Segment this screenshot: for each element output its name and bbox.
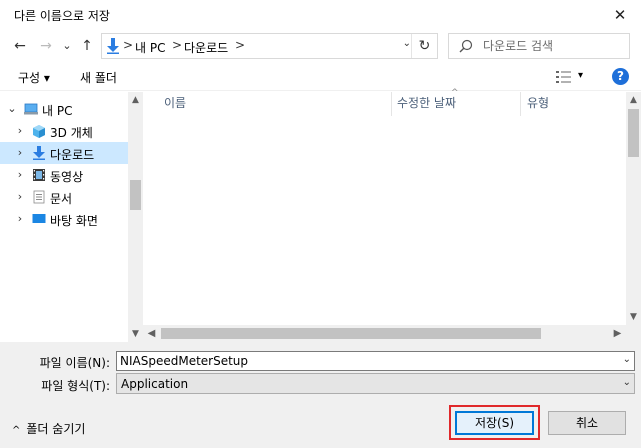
search-box[interactable] — [448, 33, 630, 59]
tree-item-label: 동영상 — [50, 170, 84, 184]
cube-icon — [33, 125, 45, 138]
download-icon — [33, 146, 45, 160]
view-options-icon[interactable] — [556, 70, 572, 84]
new-folder-button[interactable]: 새 폴더 — [80, 69, 117, 86]
caret-up-icon: ^ — [12, 425, 21, 436]
organize-button[interactable]: 구성 ▾ — [18, 69, 50, 86]
title-bar: 다른 이름으로 저장 ✕ — [0, 0, 641, 30]
hide-folders-label: 폴더 숨기기 — [26, 422, 86, 436]
scrollbar-corner — [626, 325, 641, 342]
scroll-right-icon[interactable]: ▶ — [609, 325, 626, 342]
scrollbar-thumb[interactable] — [161, 328, 541, 339]
filetype-dropdown-icon[interactable]: ⌄ — [623, 377, 631, 388]
filename-dropdown-icon[interactable]: ⌄ — [623, 354, 631, 365]
command-toolbar: 구성 ▾ 새 폴더 ▾ ? — [0, 64, 641, 90]
collapse-chevron-icon[interactable]: › — [14, 168, 26, 181]
column-header-name[interactable]: 이름 — [164, 92, 186, 116]
collapse-chevron-icon[interactable]: › — [14, 146, 26, 159]
save-form: 파일 이름(N): ⌄ 파일 형식(T): Application ⌄ ^ 폴더 … — [0, 342, 641, 448]
download-icon — [107, 38, 119, 54]
search-icon — [459, 39, 473, 53]
tree-item-label: 다운로드 — [50, 148, 95, 162]
filename-label: 파일 이름(N): — [39, 356, 110, 370]
search-input[interactable] — [483, 38, 623, 54]
scroll-left-icon[interactable]: ◀ — [143, 325, 160, 342]
scroll-up-icon[interactable]: ▲ — [128, 92, 143, 108]
expand-chevron-icon[interactable]: ⌄ — [6, 102, 18, 115]
file-list-pane[interactable]: 이름 ^ 수정한 날짜 유형 — [143, 88, 626, 325]
column-separator[interactable] — [520, 92, 521, 116]
scrollbar-thumb[interactable] — [130, 180, 141, 210]
breadcrumb-this-pc[interactable]: 내 PC — [135, 39, 165, 56]
tree-item-this-pc[interactable]: ⌄ 내 PC — [0, 98, 128, 120]
toolbar-divider — [0, 90, 641, 91]
address-bar[interactable]: > 내 PC > 다운로드 > ⌄ ↻ — [101, 33, 438, 59]
save-button[interactable]: 저장(S) — [455, 411, 534, 435]
breadcrumb-separator[interactable]: > — [123, 38, 133, 52]
recent-locations-chevron-icon[interactable]: ⌄ — [60, 36, 74, 56]
tree-item-label: 3D 개체 — [50, 126, 93, 140]
file-list-horizontal-scrollbar[interactable]: ◀ ▶ — [143, 325, 626, 342]
column-header-type[interactable]: 유형 — [527, 92, 549, 116]
desktop-icon — [32, 214, 46, 223]
navigation-pane-scrollbar[interactable]: ▲ ▼ — [128, 92, 143, 342]
help-icon[interactable]: ? — [612, 68, 629, 85]
computer-icon — [24, 103, 38, 115]
tree-item-documents[interactable]: › 문서 — [0, 186, 128, 208]
breadcrumb-downloads[interactable]: 다운로드 — [184, 39, 228, 56]
breadcrumb-separator[interactable]: > — [235, 38, 245, 52]
collapse-chevron-icon[interactable]: › — [14, 124, 26, 137]
refresh-icon[interactable]: ↻ — [411, 34, 437, 58]
filetype-value: Application — [121, 377, 189, 391]
file-list-scrollbar[interactable]: ▲ ▼ — [626, 92, 641, 325]
column-separator[interactable] — [391, 92, 392, 116]
filename-input[interactable] — [120, 353, 610, 369]
scrollbar-thumb[interactable] — [628, 109, 639, 157]
tree-item-desktop[interactable]: › 바탕 화면 — [0, 208, 128, 230]
scroll-down-icon[interactable]: ▼ — [128, 326, 143, 342]
view-dropdown-icon[interactable]: ▾ — [578, 70, 583, 81]
scroll-down-icon[interactable]: ▼ — [626, 309, 641, 325]
tree-item-videos[interactable]: › 동영상 — [0, 164, 128, 186]
collapse-chevron-icon[interactable]: › — [14, 212, 26, 225]
tree-item-label: 문서 — [50, 192, 73, 206]
document-icon — [33, 190, 45, 204]
forward-arrow-icon[interactable]: → — [36, 36, 56, 56]
up-arrow-icon[interactable]: ↑ — [78, 36, 96, 56]
hide-folders-button[interactable]: ^ 폴더 숨기기 — [12, 420, 85, 437]
address-dropdown-icon[interactable]: ⌄ — [403, 38, 411, 49]
scroll-up-icon[interactable]: ▲ — [626, 92, 641, 108]
tree-item-downloads[interactable]: › 다운로드 — [0, 142, 128, 164]
collapse-chevron-icon[interactable]: › — [14, 190, 26, 203]
filetype-label: 파일 형식(T): — [41, 379, 110, 393]
filetype-select[interactable]: Application ⌄ — [116, 373, 635, 394]
close-icon[interactable]: ✕ — [609, 4, 631, 26]
navigation-pane: ⌄ 내 PC › 3D 개체 › 다운로드 › 동영상 › 문서 › 바탕 화면 — [0, 92, 143, 342]
film-icon — [33, 169, 45, 181]
tree-item-3d-objects[interactable]: › 3D 개체 — [0, 120, 128, 142]
back-arrow-icon[interactable]: ← — [10, 36, 30, 56]
tree-item-label: 내 PC — [42, 104, 73, 118]
breadcrumb-separator[interactable]: > — [172, 38, 182, 52]
tree-item-label: 바탕 화면 — [50, 214, 98, 228]
cancel-button[interactable]: 취소 — [548, 411, 626, 435]
window-title: 다른 이름으로 저장 — [14, 9, 110, 23]
filename-combobox[interactable]: ⌄ — [116, 351, 635, 371]
column-header-date-modified[interactable]: 수정한 날짜 — [397, 92, 456, 116]
navigation-bar: ← → ⌄ ↑ > 내 PC > 다운로드 > ⌄ ↻ — [0, 30, 641, 62]
